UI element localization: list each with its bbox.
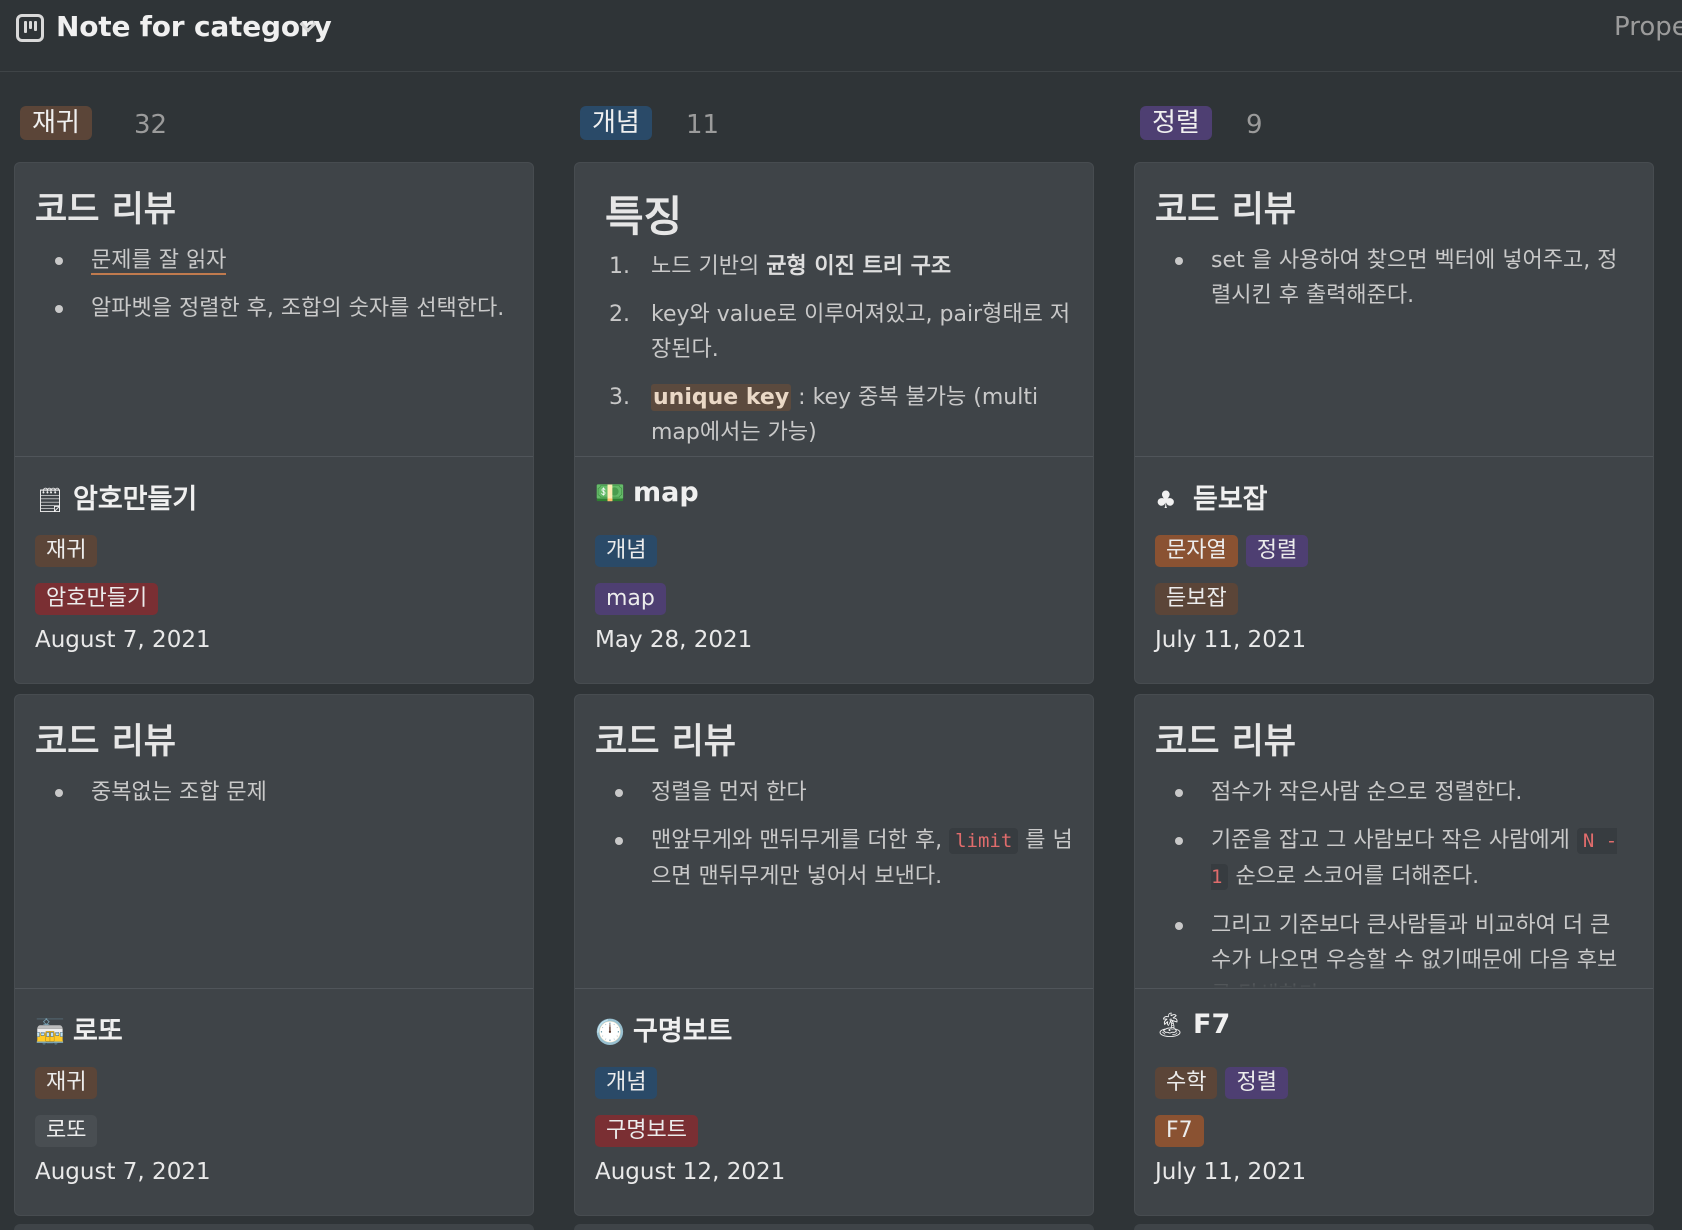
card-title: 🏝 F7: [1155, 1009, 1231, 1040]
preview-heading: 코드 리뷰: [1155, 190, 1296, 230]
board-view-icon: [16, 14, 44, 42]
card-preview: 특징 노드 기반의 균형 이진 트리 구조 key와 value로 이루어져있고…: [575, 163, 1093, 457]
card-properties: 🕛 구명보트 개념 구명보트 August 12, 2021: [575, 989, 1093, 1215]
column-tag: 정렬: [1140, 106, 1212, 140]
list-item: key와 value로 이루어져있고, pair형태로 저장된다.: [609, 297, 1071, 362]
card-date: August 12, 2021: [595, 1159, 786, 1185]
card-properties: 💵 map 개념 map May 28, 2021: [575, 457, 1093, 683]
next-card-edge: [1134, 1224, 1654, 1230]
card-properties: ♣ 듣보잡 문자열 정렬 듣보잡 July 11, 2021: [1135, 457, 1653, 683]
column-header[interactable]: 정렬 9: [1140, 106, 1263, 142]
preview-heading: 코드 리뷰: [35, 722, 176, 762]
column-count: 11: [686, 110, 720, 140]
next-card-edge: [14, 1224, 534, 1230]
list-item: set 을 사용하여 찾으면 벡터에 넣어주고, 정렬시킨 후 출력해준다.: [1135, 243, 1653, 313]
board-card[interactable]: 코드 리뷰 정렬을 먼저 한다 맨앞무게와 맨뒤무게를 더한 후, limit …: [574, 694, 1094, 1216]
card-preview: 코드 리뷰 중복없는 조합 문제: [15, 695, 533, 989]
card-properties: 🚋 로또 재귀 로또 August 7, 2021: [15, 989, 533, 1215]
column-count: 9: [1246, 110, 1263, 140]
preview-heading: 코드 리뷰: [1155, 722, 1296, 762]
card-date: August 7, 2021: [35, 627, 211, 653]
preview-list: 문제를 잘 읽자 알파벳을 정렬한 후, 조합의 숫자를 선택한다.: [15, 243, 533, 339]
category-tag: 재귀: [35, 535, 98, 567]
clock-icon: 🕛: [595, 1018, 625, 1046]
category-tag: 정렬: [1245, 535, 1309, 567]
club-suit-icon: ♣: [1155, 486, 1177, 514]
column-header[interactable]: 재귀 32: [20, 106, 167, 142]
card-date: May 28, 2021: [595, 627, 753, 653]
list-item: 알파벳을 정렬한 후, 조합의 숫자를 선택한다.: [15, 291, 533, 326]
card-date: August 7, 2021: [35, 1159, 211, 1185]
card-properties: 🗒 암호만들기 재귀 암호만들기 August 7, 2021: [15, 457, 533, 683]
card-title: ♣ 듣보잡: [1155, 484, 1268, 515]
list-item: 문제를 잘 읽자: [15, 243, 533, 278]
card-date: July 11, 2021: [1155, 1159, 1307, 1185]
next-card-edge: [574, 1224, 1094, 1230]
board-card[interactable]: 코드 리뷰 set 을 사용하여 찾으면 벡터에 넣어주고, 정렬시킨 후 출력…: [1134, 162, 1654, 684]
name-tag: 구명보트: [595, 1115, 698, 1147]
category-tag: 재귀: [35, 1067, 98, 1099]
board-card[interactable]: 코드 리뷰 문제를 잘 읽자 알파벳을 정렬한 후, 조합의 숫자를 선택한다.…: [14, 162, 534, 684]
card-properties: 🏝 F7 수학 정렬 F7 July 11, 2021: [1135, 989, 1653, 1215]
dollar-bill-icon: 💵: [595, 479, 625, 507]
name-tag: 암호만들기: [35, 583, 159, 615]
preview-heading: 코드 리뷰: [35, 190, 176, 230]
name-tag: 듣보잡: [1155, 583, 1238, 615]
category-tag: 개념: [595, 1067, 658, 1099]
list-item: 점수가 작은사람 순으로 정렬한다.: [1135, 775, 1653, 810]
column-tag: 재귀: [20, 106, 92, 140]
category-tag: 수학: [1155, 1067, 1218, 1099]
preview-heading: 코드 리뷰: [595, 722, 736, 762]
notepad-icon: 🗒: [35, 486, 66, 514]
preview-list: set 을 사용하여 찾으면 벡터에 넣어주고, 정렬시킨 후 출력해준다.: [1135, 243, 1653, 326]
preview-list: 점수가 작은사람 순으로 정렬한다. 기준을 잡고 그 사람보다 작은 사람에게…: [1135, 775, 1653, 988]
card-title: 🚋 로또: [35, 1016, 123, 1047]
database-title[interactable]: Note for category: [56, 10, 332, 43]
category-tag: 정렬: [1225, 1067, 1288, 1099]
name-tag: map: [595, 583, 666, 615]
card-date: July 11, 2021: [1155, 627, 1307, 653]
card-title: 💵 map: [595, 477, 699, 508]
board-card[interactable]: 코드 리뷰 점수가 작은사람 순으로 정렬한다. 기준을 잡고 그 사람보다 작…: [1134, 694, 1654, 1216]
card-title: 🗒 암호만들기: [35, 484, 198, 515]
category-tag: 문자열: [1155, 535, 1238, 567]
inline-code: limit: [949, 828, 1019, 854]
board-card[interactable]: 코드 리뷰 중복없는 조합 문제 🚋 로또 재귀 로또 August 7, 202…: [14, 694, 534, 1216]
board-card[interactable]: 특징 노드 기반의 균형 이진 트리 구조 key와 value로 이루어져있고…: [574, 162, 1094, 684]
card-preview: 코드 리뷰 정렬을 먼저 한다 맨앞무게와 맨뒤무게를 더한 후, limit …: [575, 695, 1093, 989]
list-item: 맨앞무게와 맨뒤무게를 더한 후, limit 를 넘으면 맨뒤무게만 넣어서 …: [575, 823, 1093, 894]
name-tag: F7: [1155, 1115, 1204, 1147]
name-tag: 로또: [35, 1115, 98, 1147]
column-header[interactable]: 개념 11: [580, 106, 719, 142]
tram-icon: 🚋: [35, 1018, 65, 1046]
preview-heading: 특징: [605, 192, 683, 241]
category-tag: 개념: [595, 535, 658, 567]
preview-list: 노드 기반의 균형 이진 트리 구조 key와 value로 이루어져있고, p…: [575, 249, 1093, 456]
list-item: 정렬을 먼저 한다: [575, 775, 1093, 810]
column-count: 32: [134, 110, 168, 140]
card-title: 🕛 구명보트: [595, 1016, 733, 1047]
island-icon: 🏝: [1155, 1011, 1186, 1039]
card-preview: 코드 리뷰 점수가 작은사람 순으로 정렬한다. 기준을 잡고 그 사람보다 작…: [1135, 695, 1653, 989]
list-item: unique key : key 중복 불가능 (multi map에서는 가능…: [609, 380, 1039, 445]
preview-list: 중복없는 조합 문제: [15, 775, 533, 823]
preview-list: 정렬을 먼저 한다 맨앞무게와 맨뒤무게를 더한 후, limit 를 넘으면 …: [575, 775, 1093, 907]
list-item: 중복없는 조합 문제: [15, 775, 533, 810]
column-tag: 개념: [580, 106, 652, 140]
list-item: 기준을 잡고 그 사람보다 작은 사람에게 N - 1 순으로 스코어를 더해준…: [1135, 823, 1653, 895]
top-bar: Note for category Prope: [0, 0, 1682, 72]
card-preview: 코드 리뷰 문제를 잘 읽자 알파벳을 정렬한 후, 조합의 숫자를 선택한다.: [15, 163, 533, 457]
list-item: 노드 기반의 균형 이진 트리 구조: [609, 249, 952, 284]
card-preview: 코드 리뷰 set 을 사용하여 찾으면 벡터에 넣어주고, 정렬시킨 후 출력…: [1135, 163, 1653, 457]
properties-button[interactable]: Prope: [1614, 12, 1682, 42]
